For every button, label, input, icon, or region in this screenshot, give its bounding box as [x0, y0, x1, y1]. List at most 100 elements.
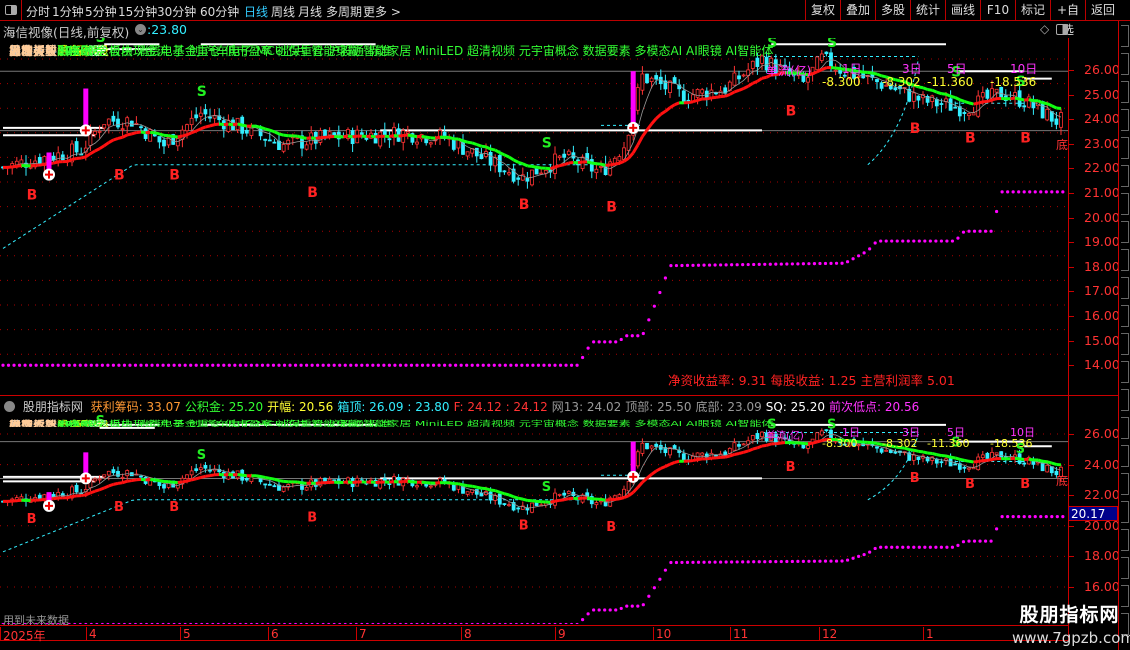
trend-line: [126, 132, 133, 137]
trend-line: [232, 122, 238, 127]
support-dot: [586, 612, 590, 616]
support-dot: [1039, 190, 1043, 194]
support-dot: [807, 559, 811, 563]
candle-body: [939, 461, 944, 464]
support-dot: [1022, 515, 1026, 519]
support-dot: [1000, 515, 1004, 519]
candle-body: [1045, 108, 1050, 121]
lower-band: [2, 164, 597, 249]
support-dot: [978, 229, 982, 233]
axis-divider: [1068, 38, 1069, 640]
support-dot: [691, 560, 695, 564]
candle-body: [732, 72, 737, 86]
trend-line: [655, 113, 662, 120]
toolbar-button-8[interactable]: 返回: [1085, 0, 1120, 21]
support-dot: [674, 263, 679, 268]
candle-body: [967, 467, 971, 470]
trend-line: [697, 97, 703, 102]
support-dot: [1039, 515, 1043, 519]
trend-line: [922, 450, 928, 455]
date-label: 5: [180, 627, 191, 641]
trend-line: [398, 134, 404, 138]
support-dot: [150, 363, 154, 367]
trend-line: [977, 459, 984, 463]
trend-line: [503, 492, 510, 497]
trend-line: [485, 145, 492, 151]
trend-line: [264, 475, 271, 480]
candle-body: [718, 90, 723, 96]
candle-body: [139, 475, 143, 478]
trend-line: [1037, 458, 1044, 463]
trend-line: [729, 453, 735, 458]
candle-body: [162, 484, 166, 489]
trend-line: [1028, 98, 1034, 103]
trend-line: [205, 124, 211, 129]
candle-body: [566, 490, 571, 494]
buy-mark: B: [1020, 131, 1031, 147]
cursor-price-label: 20.17: [1068, 506, 1118, 521]
buy-mark: B: [606, 200, 617, 216]
candle-body: [102, 124, 107, 129]
tick-mark: [1068, 316, 1074, 317]
right-side-strip[interactable]: [1118, 21, 1130, 650]
candle-body: [428, 485, 433, 488]
indicator-value: 前次低点: 20.56: [829, 400, 920, 414]
support-dot: [768, 262, 772, 266]
price-tick: 25.00: [1084, 86, 1120, 102]
candle-body: [120, 476, 125, 479]
trend-line: [964, 458, 970, 463]
candle-body: [378, 131, 383, 147]
buy-mark: B: [114, 500, 124, 515]
trend-line: [476, 485, 482, 490]
support-dot: [106, 363, 110, 367]
price-tick: 19.00: [1084, 234, 1120, 250]
support-dot: [34, 363, 38, 367]
candle-body: [755, 57, 760, 67]
support-dot: [409, 363, 414, 367]
trend-line: [71, 494, 77, 498]
trend-line: [600, 162, 606, 167]
chevron-down-icon[interactable]: [4, 401, 15, 412]
trend-line: [89, 149, 96, 155]
trend-line: [531, 499, 537, 503]
support-dot: [879, 239, 883, 243]
trend-line: [278, 479, 284, 483]
trend-line: [223, 122, 229, 127]
support-dot: [890, 239, 894, 243]
candle-body: [948, 458, 953, 467]
candle-body: [875, 446, 879, 449]
trend-line: [494, 489, 501, 494]
trend-line: [692, 458, 698, 463]
trend-line: [733, 88, 740, 94]
support-dot: [448, 363, 452, 367]
support-dot: [310, 363, 314, 367]
trend-line: [614, 161, 620, 166]
support-dot: [360, 363, 364, 367]
bottom-marker-small: 底: [1056, 474, 1069, 488]
support-dot: [365, 363, 369, 367]
flow-value: -18.536: [990, 75, 1037, 89]
candle-body: [819, 430, 824, 436]
trend-line: [664, 106, 671, 113]
support-dot: [928, 239, 932, 243]
support-dot: [696, 560, 701, 564]
candle-body: [286, 139, 291, 145]
candle-body: [525, 507, 530, 511]
support-dot: [663, 276, 668, 280]
trend-line: [66, 495, 73, 500]
candle-body: [732, 442, 737, 451]
support-dot: [845, 558, 850, 562]
candle-body: [106, 118, 111, 126]
candle-body: [198, 467, 203, 471]
candle-body: [157, 481, 162, 486]
buy-mark: B: [910, 121, 921, 137]
support-dot: [735, 263, 739, 267]
support-dot: [547, 363, 552, 367]
price-chart[interactable]: BB BBB BBBB BSSSS SSSBB BBB BBB B BSSSS SS S: [0, 0, 1068, 650]
trend-line: [273, 477, 280, 483]
support-dot: [1017, 190, 1021, 194]
trend-line: [66, 158, 73, 163]
trend-line: [987, 457, 993, 462]
trend-line: [780, 441, 786, 445]
candle-body: [815, 56, 820, 71]
